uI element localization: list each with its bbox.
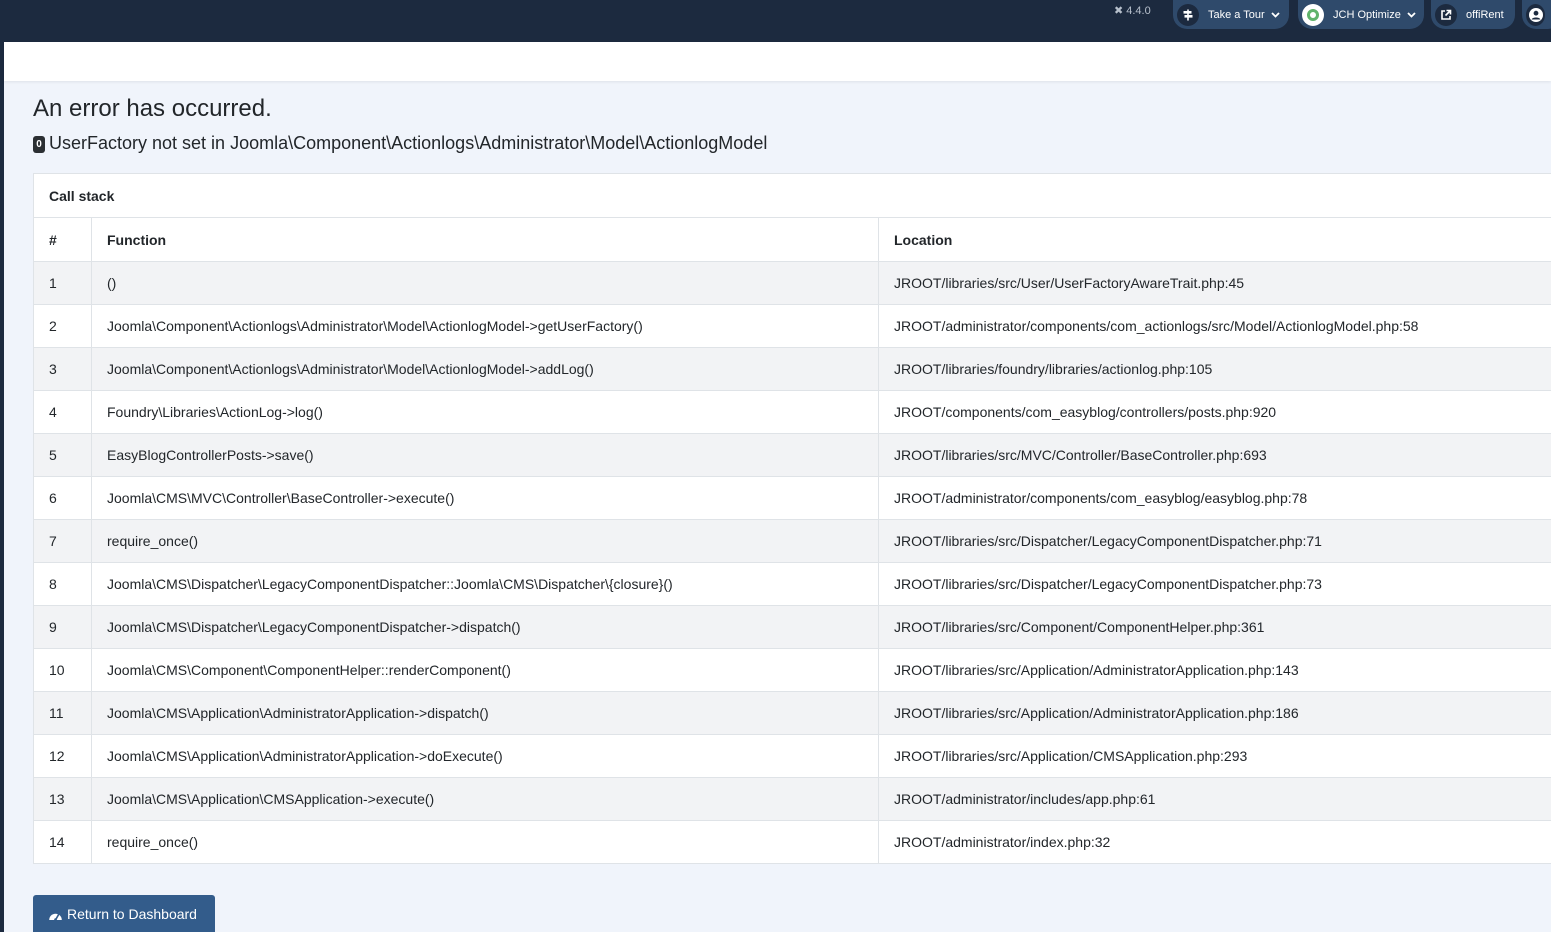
table-row: 11 Joomla\CMS\Application\AdministratorA… — [33, 691, 1551, 735]
row-number: 11 — [33, 691, 92, 735]
signpost-icon — [1177, 3, 1199, 26]
toolbar-strip — [4, 42, 1551, 81]
row-number: 9 — [33, 605, 92, 649]
row-number: 13 — [33, 777, 92, 821]
left-edge-bar — [0, 0, 4, 932]
table-row: 10 Joomla\CMS\Component\ComponentHelper:… — [33, 648, 1551, 692]
table-row: 8 Joomla\CMS\Dispatcher\LegacyComponentD… — [33, 562, 1551, 606]
row-number: 2 — [33, 304, 92, 348]
call-stack-caption-row: Call stack — [33, 173, 1551, 218]
row-number: 1 — [33, 261, 92, 305]
return-to-dashboard-label: Return to Dashboard — [67, 905, 197, 922]
column-header-number: # — [33, 217, 92, 262]
table-row: 1 () JROOT/libraries/src/User/UserFactor… — [33, 261, 1551, 305]
row-location: JROOT/libraries/src/Application/CMSAppli… — [878, 734, 1551, 778]
table-row: 14 require_once() JROOT/administrator/in… — [33, 820, 1551, 864]
row-function: Joomla\CMS\Application\CMSApplication->e… — [91, 777, 879, 821]
row-function: Joomla\CMS\Component\ComponentHelper::re… — [91, 648, 879, 692]
row-function: Foundry\Libraries\ActionLog->log() — [91, 390, 879, 434]
row-number: 8 — [33, 562, 92, 606]
row-function: Joomla\CMS\Dispatcher\LegacyComponentDis… — [91, 605, 879, 649]
table-row: 4 Foundry\Libraries\ActionLog->log() JRO… — [33, 390, 1551, 434]
row-function: EasyBlogControllerPosts->save() — [91, 433, 879, 477]
row-number: 12 — [33, 734, 92, 778]
table-row: 12 Joomla\CMS\Application\AdministratorA… — [33, 734, 1551, 778]
site-name-label: offiRent — [1466, 8, 1504, 21]
jch-optimize-label: JCH Optimize — [1333, 8, 1401, 21]
table-row: 13 Joomla\CMS\Application\CMSApplication… — [33, 777, 1551, 821]
row-location: JROOT/administrator/components/com_actio… — [878, 304, 1551, 348]
error-code-badge: 0 — [33, 136, 45, 153]
row-location: JROOT/components/com_easyblog/controller… — [878, 390, 1551, 434]
view-site-button[interactable]: offiRent — [1431, 0, 1515, 29]
row-location: JROOT/libraries/src/Application/Administ… — [878, 648, 1551, 692]
error-message: UserFactory not set in Joomla\Component\… — [49, 133, 768, 153]
jch-optimize-button[interactable]: JCH Optimize — [1298, 0, 1424, 29]
row-number: 3 — [33, 347, 92, 391]
row-location: JROOT/administrator/components/com_easyb… — [878, 476, 1551, 520]
row-location: JROOT/libraries/src/Dispatcher/LegacyCom… — [878, 562, 1551, 606]
jch-optimize-icon — [1302, 3, 1324, 26]
dashboard-gauge-icon — [48, 908, 63, 921]
version-info: ✖ 4.4.0 — [1114, 4, 1151, 18]
error-content: An error has occurred. 0 UserFactory not… — [33, 92, 1551, 155]
row-location: JROOT/administrator/index.php:32 — [878, 820, 1551, 864]
top-header: ✖ 4.4.0 Take a Tour JCH Optimize offiRen… — [4, 0, 1551, 42]
row-number: 14 — [33, 820, 92, 864]
external-link-icon — [1435, 3, 1457, 26]
row-function: require_once() — [91, 519, 879, 563]
row-function: Joomla\Component\Actionlogs\Administrato… — [91, 347, 879, 391]
row-location: JROOT/libraries/src/Component/ComponentH… — [878, 605, 1551, 649]
row-location: JROOT/libraries/src/Application/Administ… — [878, 691, 1551, 735]
joomla-icon: ✖ — [1114, 5, 1124, 17]
row-number: 10 — [33, 648, 92, 692]
row-location: JROOT/libraries/src/Dispatcher/LegacyCom… — [878, 519, 1551, 563]
row-number: 7 — [33, 519, 92, 563]
call-stack-table: Call stack # Function Location 1 () JROO… — [33, 173, 1551, 864]
table-row: 3 Joomla\Component\Actionlogs\Administra… — [33, 347, 1551, 391]
row-function: Joomla\Component\Actionlogs\Administrato… — [91, 304, 879, 348]
row-function: Joomla\CMS\MVC\Controller\BaseController… — [91, 476, 879, 520]
chevron-down-icon — [1271, 10, 1280, 20]
take-a-tour-button[interactable]: Take a Tour — [1173, 0, 1289, 29]
call-stack-caption: Call stack — [33, 173, 1551, 218]
table-row: 5 EasyBlogControllerPosts->save() JROOT/… — [33, 433, 1551, 477]
row-number: 4 — [33, 390, 92, 434]
chevron-down-icon — [1407, 10, 1416, 20]
row-number: 5 — [33, 433, 92, 477]
row-location: JROOT/libraries/src/User/UserFactoryAwar… — [878, 261, 1551, 305]
row-function: Joomla\CMS\Application\AdministratorAppl… — [91, 691, 879, 735]
column-header-location: Location — [878, 217, 1551, 262]
row-number: 6 — [33, 476, 92, 520]
user-icon — [1526, 3, 1545, 26]
table-row: 2 Joomla\Component\Actionlogs\Administra… — [33, 304, 1551, 348]
row-function: () — [91, 261, 879, 305]
error-message-line: 0 UserFactory not set in Joomla\Componen… — [33, 131, 1551, 155]
call-stack-body: 1 () JROOT/libraries/src/User/UserFactor… — [33, 261, 1551, 864]
table-header-row: # Function Location — [33, 217, 1551, 262]
table-row: 7 require_once() JROOT/libraries/src/Dis… — [33, 519, 1551, 563]
row-function: Joomla\CMS\Application\AdministratorAppl… — [91, 734, 879, 778]
row-function: Joomla\CMS\Dispatcher\LegacyComponentDis… — [91, 562, 879, 606]
column-header-function: Function — [91, 217, 879, 262]
row-location: JROOT/libraries/foundry/libraries/action… — [878, 347, 1551, 391]
return-to-dashboard-button[interactable]: Return to Dashboard — [33, 895, 215, 932]
row-location: JROOT/libraries/src/MVC/Controller/BaseC… — [878, 433, 1551, 477]
table-row: 9 Joomla\CMS\Dispatcher\LegacyComponentD… — [33, 605, 1551, 649]
user-menu-button[interactable] — [1522, 0, 1551, 29]
take-a-tour-label: Take a Tour — [1208, 8, 1265, 21]
page-title: An error has occurred. — [33, 95, 272, 122]
row-function: require_once() — [91, 820, 879, 864]
version-label: 4.4.0 — [1126, 4, 1151, 17]
row-location: JROOT/administrator/includes/app.php:61 — [878, 777, 1551, 821]
table-row: 6 Joomla\CMS\MVC\Controller\BaseControll… — [33, 476, 1551, 520]
